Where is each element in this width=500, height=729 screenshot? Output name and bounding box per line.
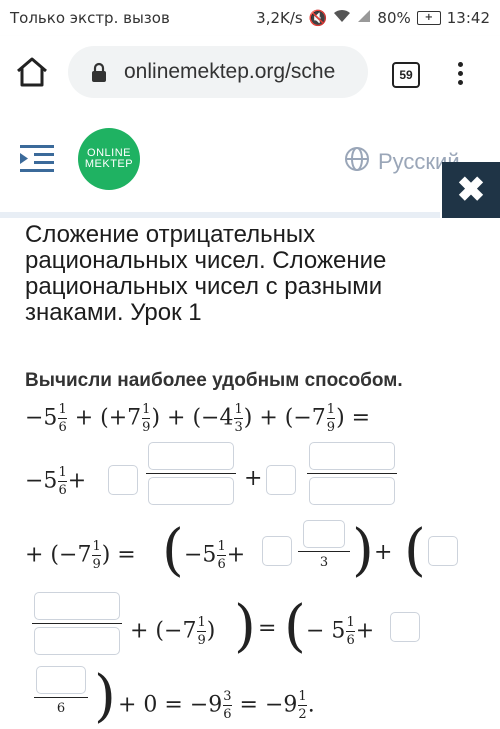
answer-input-7[interactable] [262, 536, 292, 566]
fraction-denominator-5: 6 [56, 701, 66, 716]
expression-line-1: −5 1 6 + (+7 1 9) + (−4 1 3) + (−7 1 9) = [25, 402, 371, 435]
wifi-icon [333, 9, 351, 27]
close-button[interactable]: ✖ [442, 162, 500, 218]
expression-line-2: −5 1 6 + [25, 465, 87, 498]
fraction-input-4 [32, 592, 122, 655]
plus-sign-2: + [374, 540, 393, 565]
network-speed: 3,2K/s [256, 9, 303, 27]
address-bar[interactable]: onlinemektep.org/sche [68, 46, 368, 98]
equals-sign: = [258, 616, 277, 641]
close-paren-3: ) [94, 664, 116, 729]
mute-icon: 🔇 [308, 9, 328, 27]
expression-line-4: + (−7 1 9) [130, 615, 216, 648]
url-text: onlinemektep.org/sche [124, 60, 336, 83]
answer-input-3[interactable] [148, 477, 234, 505]
open-paren-2: ( [404, 518, 426, 583]
more-menu-icon[interactable] [452, 58, 468, 90]
task-instruction: Вычисли наиболее удобным способом. [25, 370, 403, 391]
menu-icon[interactable] [20, 145, 56, 173]
close-paren-2: ) [234, 594, 256, 659]
carrier-text: Только экстр. вызов [10, 9, 170, 27]
answer-input-5[interactable] [309, 442, 395, 470]
status-icons: 3,2K/s 🔇 80% + 13:42 [256, 9, 490, 27]
open-paren-3: ( [284, 594, 306, 659]
open-paren: ( [162, 518, 184, 583]
browser-toolbar: onlinemektep.org/sche 59 [0, 36, 500, 112]
expression-line-5: + 0 = −9 3 6 = −9 1 2. [118, 689, 315, 722]
fraction-input-2 [307, 442, 397, 505]
fraction-input-5: 6 [34, 666, 88, 716]
lesson-title: Сложение отрицательных рациональных чисе… [25, 221, 387, 326]
status-bar: Только экстр. вызов 3,2K/s 🔇 80% + 13:42 [0, 0, 500, 36]
answer-input-4[interactable] [266, 465, 296, 495]
answer-input-9[interactable] [428, 536, 458, 566]
lock-icon [90, 62, 108, 89]
fraction-input-3: 3 [298, 520, 350, 570]
answer-input-2[interactable] [148, 442, 234, 470]
tab-switcher-button[interactable]: 59 [392, 62, 420, 88]
plus-sign: + [244, 466, 263, 491]
battery-icon: + [416, 11, 441, 25]
expression-line-3: + (−7 1 9) = [25, 539, 136, 572]
battery-percent: 80% [377, 9, 411, 27]
close-paren: ) [352, 518, 374, 583]
expression-line-4b: − 5 1 6 + [306, 615, 375, 648]
signal-icon [357, 9, 371, 27]
answer-input-13[interactable] [36, 666, 86, 694]
header-divider [0, 212, 440, 218]
expression-line-3b: −5 1 6 + [184, 539, 246, 572]
fraction-input-1 [146, 442, 236, 505]
fraction-denominator-3: 3 [319, 555, 329, 570]
answer-input-10[interactable] [34, 592, 120, 620]
logo-line2: MEKTEP [84, 158, 134, 170]
answer-input-12[interactable] [390, 612, 420, 642]
site-header: ONLINE MEKTEP Русский [0, 112, 500, 218]
home-icon[interactable] [14, 54, 50, 90]
answer-input-11[interactable] [34, 627, 120, 655]
answer-input-8[interactable] [303, 520, 345, 548]
answer-input-1[interactable] [108, 465, 138, 495]
clock: 13:42 [446, 9, 490, 27]
globe-icon [344, 146, 370, 178]
answer-input-6[interactable] [309, 477, 395, 505]
site-logo[interactable]: ONLINE MEKTEP [78, 128, 140, 190]
